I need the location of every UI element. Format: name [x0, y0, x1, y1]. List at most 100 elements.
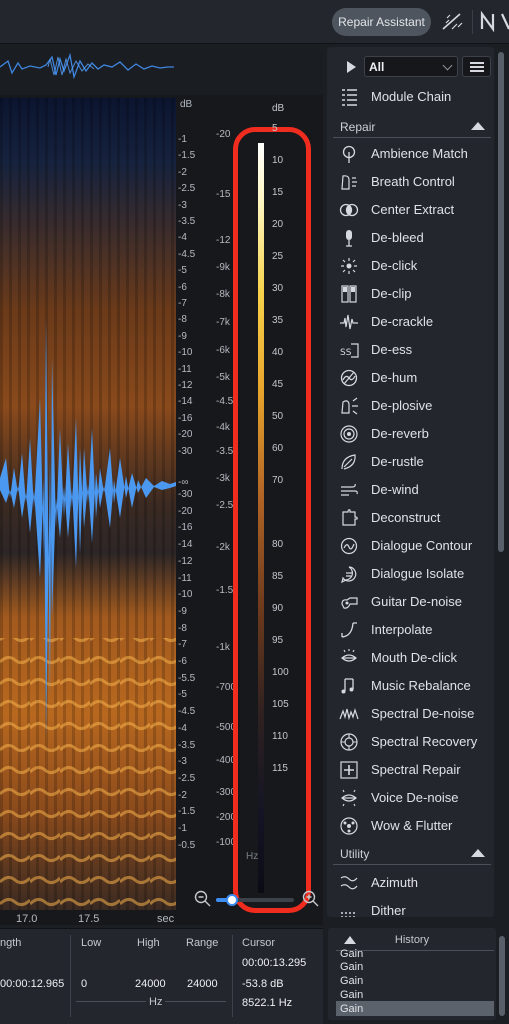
colormap-meter[interactable]	[258, 143, 264, 893]
db-tick: -11	[178, 572, 192, 584]
repair-section-header[interactable]: Repair	[333, 116, 491, 138]
module-item-de-plosive[interactable]: De-plosive	[327, 392, 494, 420]
module-item-interpolate[interactable]: Interpolate	[327, 616, 494, 644]
module-item-de-click[interactable]: De-click	[327, 252, 494, 280]
utility-section-header[interactable]: Utility	[333, 843, 491, 865]
zoom-in-icon[interactable]	[302, 890, 320, 908]
panel-menu-button[interactable]	[462, 56, 491, 77]
module-chain-icon	[342, 89, 357, 106]
module-item-spectral-recovery[interactable]: Spectral Recovery	[327, 728, 494, 756]
waveform-overview[interactable]	[0, 45, 323, 95]
module-item-center-extract[interactable]: Center Extract	[327, 196, 494, 224]
module-item-azimuth[interactable]: Azimuth	[327, 869, 494, 897]
collapse-icon[interactable]	[471, 849, 485, 857]
module-label: Ambience Match	[371, 146, 468, 161]
module-panel-scrollbar[interactable]	[498, 52, 504, 552]
module-item-de-reverb[interactable]: De-reverb	[327, 420, 494, 448]
guitar-de-noise-icon	[341, 597, 358, 609]
module-label: Music Rebalance	[371, 678, 471, 693]
module-item-guitar-de-noise[interactable]: Guitar De-noise	[327, 588, 494, 616]
module-item-dialogue-isolate[interactable]: Dialogue Isolate	[327, 560, 494, 588]
history-item[interactable]: Gain	[340, 975, 363, 987]
module-item-deconstruct[interactable]: Deconstruct	[327, 504, 494, 532]
repair-assistant-button[interactable]: Repair Assistant	[332, 8, 431, 36]
wow-flutter-icon	[340, 817, 358, 835]
range-value[interactable]: 24000	[187, 978, 218, 990]
meter-tick: 100	[272, 667, 289, 678]
meter-tick: 35	[272, 315, 284, 326]
cursor-time: 00:00:13.295	[242, 957, 307, 969]
module-item-ambience-match[interactable]: Ambience Match	[327, 140, 494, 168]
db-tick: -8	[178, 314, 187, 326]
module-item-wow-flutter[interactable]: Wow & Flutter	[327, 812, 494, 840]
module-label: Interpolate	[371, 622, 433, 637]
frequency-tick: -3.5	[216, 446, 234, 457]
low-value[interactable]: 0	[81, 978, 87, 990]
history-title: History	[394, 934, 430, 946]
meter-tick: 45	[272, 379, 284, 390]
history-item[interactable]: Gain	[340, 948, 363, 960]
de-reverb-icon	[340, 425, 358, 443]
module-item-de-rustle[interactable]: De-rustle	[327, 448, 494, 476]
module-label: De-clip	[371, 286, 412, 301]
module-item-mouth-de-click[interactable]: Mouth De-click	[327, 644, 494, 672]
wand-icon[interactable]	[440, 9, 466, 35]
frequency-tick: -4k	[216, 422, 230, 433]
db-tick: -30	[178, 489, 193, 500]
history-item[interactable]: Gain	[340, 989, 363, 1001]
high-value[interactable]: 24000	[135, 978, 166, 990]
module-item-de-crackle[interactable]: De-crackle	[327, 308, 494, 336]
module-item-de-ess[interactable]: SS De-ess	[327, 336, 494, 364]
module-item-dither[interactable]: Dither	[327, 897, 494, 917]
module-item-dialogue-contour[interactable]: Dialogue Contour	[327, 532, 494, 560]
time-unit: sec	[157, 913, 175, 925]
history-item[interactable]: Gain	[340, 1003, 363, 1015]
collapse-icon[interactable]	[471, 122, 485, 130]
module-chain-item[interactable]: Module Chain	[327, 83, 494, 111]
history-scrollbar[interactable]	[499, 936, 505, 1016]
db-tick: -2.5	[178, 183, 196, 195]
zoom-out-icon[interactable]	[194, 890, 212, 908]
play-preview-icon[interactable]	[347, 61, 356, 73]
history-item[interactable]: Gain	[340, 961, 363, 973]
cursor-db: -53.8 dB	[242, 978, 284, 990]
meter-tick: 95	[272, 635, 284, 646]
spectrogram-editor[interactable]: dB -1 -1.5 -2 -2.5 -3 -3.5 -4 -4.5 -5 -6 -7 -8 -9 -10…	[0, 45, 323, 925]
module-item-de-clip[interactable]: De-clip	[327, 280, 494, 308]
module-item-breath-control[interactable]: Breath Control	[327, 168, 494, 196]
deconstruct-icon	[342, 509, 358, 526]
module-label: De-rustle	[371, 454, 424, 469]
de-rustle-icon	[341, 454, 356, 470]
module-item-music-rebalance[interactable]: Music Rebalance	[327, 672, 494, 700]
module-label: De-reverb	[371, 426, 429, 441]
ambience-match-icon	[342, 145, 356, 163]
ni-logo-icon	[480, 10, 509, 32]
spectrogram-canvas[interactable]	[0, 98, 176, 910]
module-item-de-wind[interactable]: De-wind	[327, 476, 494, 504]
db-tick: -10	[178, 589, 193, 601]
module-item-spectral-repair[interactable]: Spectral Repair	[327, 756, 494, 784]
db-tick: -14	[178, 539, 193, 551]
db-tick-infinity: -∞	[178, 477, 189, 488]
module-item-de-hum[interactable]: De-hum	[327, 364, 494, 392]
hz-cut-label: Hz	[246, 851, 259, 862]
db-tick: -5	[178, 689, 187, 701]
module-item-voice-de-noise[interactable]: Voice De-noise	[327, 784, 494, 812]
module-filter-select[interactable]: All	[364, 56, 458, 77]
spectral-repair-icon	[340, 761, 358, 779]
dither-icon	[341, 912, 355, 917]
breath-control-icon	[341, 175, 357, 190]
zoom-slider-handle[interactable]	[226, 894, 238, 906]
db-tick: -7	[178, 298, 187, 309]
spectral-recovery-icon	[340, 733, 358, 751]
length-value[interactable]: 00:00:12.965	[0, 978, 64, 990]
db-tick: -1.5	[178, 806, 196, 818]
voice-de-noise-icon	[341, 789, 357, 807]
module-chain-label: Module Chain	[371, 89, 452, 104]
module-item-de-bleed[interactable]: De-bleed	[327, 224, 494, 252]
db-tick: -10	[178, 347, 193, 359]
frequency-tick: -8k	[216, 289, 230, 300]
module-label: Breath Control	[371, 174, 455, 189]
db-tick: -3	[178, 199, 187, 211]
module-item-spectral-de-noise[interactable]: Spectral De-noise	[327, 700, 494, 728]
